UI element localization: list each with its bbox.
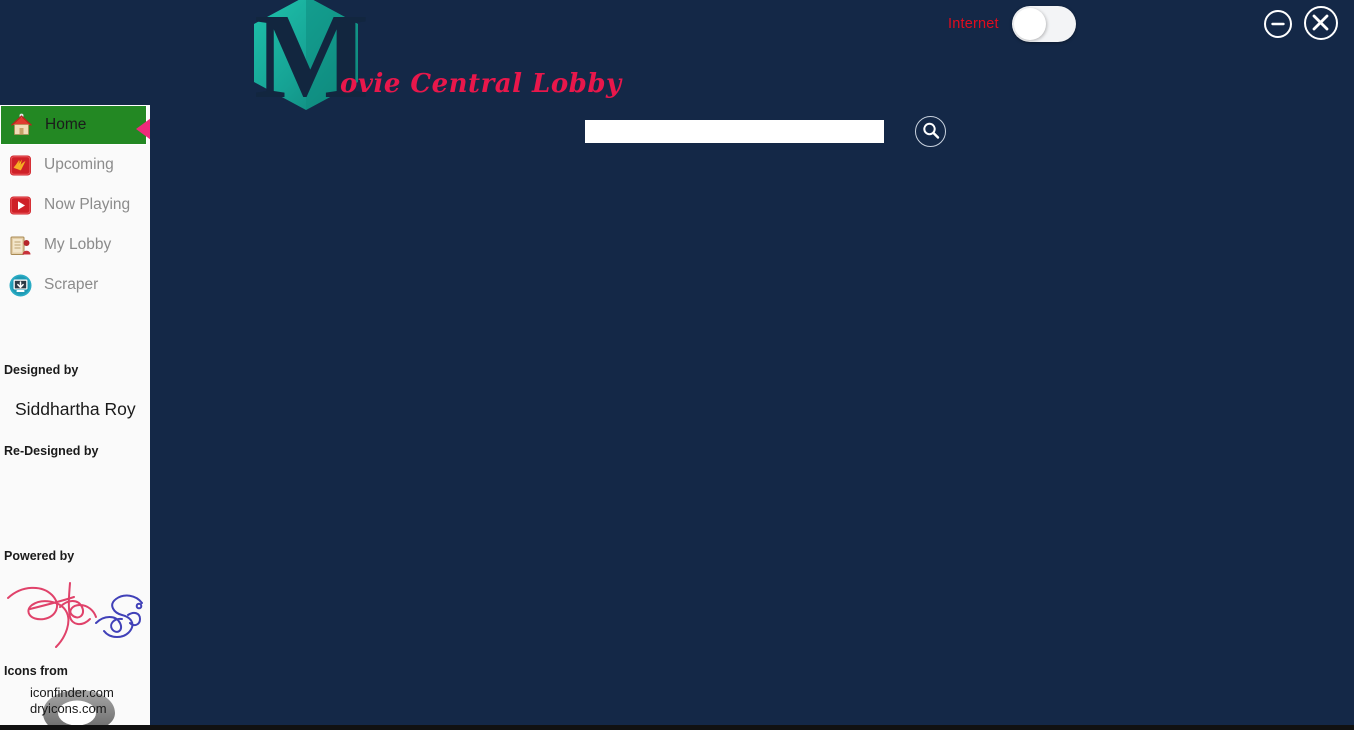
search-input[interactable] — [585, 120, 884, 143]
active-item-pointer-icon — [136, 118, 150, 140]
sidebar-item-label: Upcoming — [44, 156, 114, 173]
house-icon — [9, 113, 34, 138]
app-logo: M ovie Central Lobby — [236, 0, 621, 118]
sidebar-item-label: Now Playing — [44, 196, 131, 213]
search-icon — [922, 122, 939, 139]
sidebar-item-my-lobby[interactable]: My Lobby — [0, 225, 150, 265]
app-window: M ovie Central Lobby Internet Home Upcom… — [0, 0, 1354, 730]
close-icon — [1312, 14, 1329, 31]
icons-from-label: Icons from — [4, 664, 68, 678]
internet-label: Internet — [948, 16, 999, 32]
search-button[interactable] — [915, 116, 946, 147]
sidebar-item-upcoming[interactable]: Upcoming — [0, 145, 150, 185]
minus-icon — [1271, 22, 1285, 26]
sidebar-item-home[interactable]: Home — [0, 105, 150, 145]
internet-toggle[interactable] — [1012, 6, 1076, 42]
window-bottom-strip — [0, 725, 1354, 730]
play-icon — [8, 193, 33, 218]
redesigned-by-label: Re-Designed by — [4, 444, 99, 458]
upcoming-icon — [8, 153, 33, 178]
powered-by-label: Powered by — [4, 549, 75, 563]
icon-source-iconfinder[interactable]: iconfinder.com — [30, 685, 114, 700]
redesigner-signature — [0, 571, 150, 653]
signature-icon — [7, 582, 143, 648]
internet-toggle-knob[interactable] — [1014, 8, 1046, 40]
minimize-button[interactable] — [1264, 10, 1292, 38]
sidebar-item-label: Home — [45, 116, 87, 133]
sidebar-item-scraper[interactable]: Scraper — [0, 265, 150, 305]
sidebar-item-label: My Lobby — [44, 236, 112, 253]
sidebar-item-now-playing[interactable]: Now Playing — [0, 185, 150, 225]
designer-name: Siddhartha Roy — [15, 399, 136, 419]
app-title: ovie Central Lobby — [340, 69, 622, 99]
sidebar-nav: Home Upcoming Now Playing My Lobby Scrap… — [0, 105, 150, 305]
close-button[interactable] — [1304, 6, 1338, 40]
sidebar-item-label: Scraper — [44, 276, 99, 293]
designed-by-label: Designed by — [4, 363, 79, 377]
lobby-folder-icon — [8, 233, 33, 258]
scraper-icon — [8, 273, 33, 298]
sidebar: Home Upcoming Now Playing My Lobby Scrap… — [0, 105, 150, 725]
icon-source-dryicons[interactable]: dryicons.com — [30, 701, 107, 716]
